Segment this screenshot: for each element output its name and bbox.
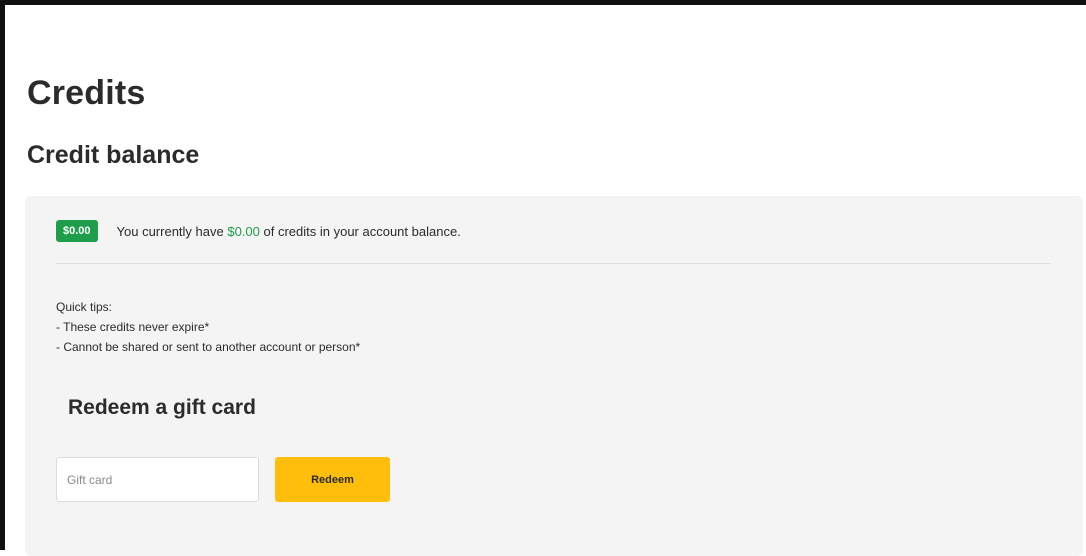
credit-balance-heading: Credit balance: [27, 141, 200, 169]
balance-message-suffix: of credits in your account balance.: [259, 223, 461, 239]
divider: [56, 263, 1051, 264]
tips-heading: Quick tips:: [56, 300, 113, 314]
balance-badge: $0.00: [56, 220, 98, 242]
gift-card-input[interactable]: [56, 457, 259, 502]
page-title: Credits: [27, 74, 146, 112]
credits-panel: $0.00 You currently have $0.00 of credit…: [25, 196, 1083, 556]
balance-message-prefix: You currently have: [116, 223, 228, 239]
tip-item: - These credits never expire*: [56, 320, 210, 334]
balance-amount: $0.00: [227, 223, 260, 239]
tip-item: - Cannot be shared or sent to another ac…: [56, 340, 361, 354]
balance-message: You currently have $0.00 of credits in y…: [117, 224, 461, 239]
redeem-button[interactable]: Redeem: [275, 457, 390, 502]
redeem-gift-card-heading: Redeem a gift card: [68, 396, 256, 419]
balance-row: $0.00 You currently have $0.00 of credit…: [56, 220, 461, 242]
quick-tips: Quick tips: - These credits never expire…: [56, 297, 360, 357]
